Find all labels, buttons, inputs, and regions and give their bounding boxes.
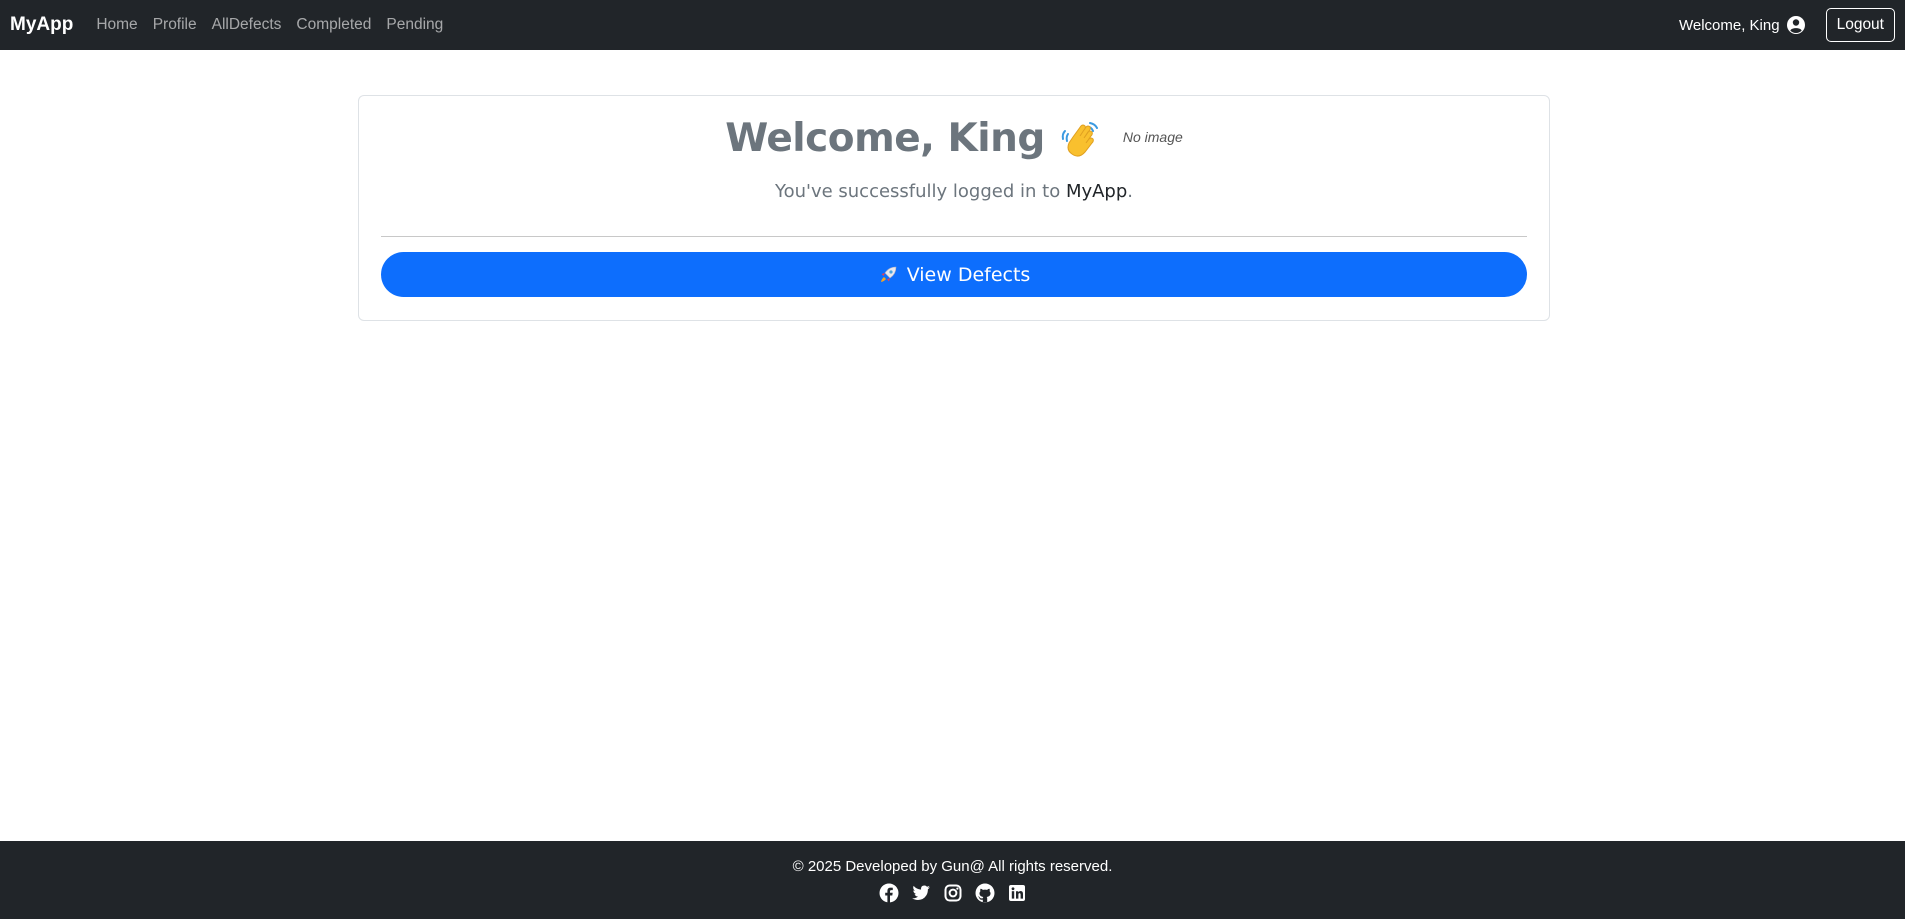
- divider: [381, 236, 1527, 237]
- user-circle-icon: [1786, 15, 1806, 35]
- nav-links: Home Profile AllDefects Completed Pendin…: [96, 16, 458, 34]
- nav-link-profile[interactable]: Profile: [153, 16, 197, 34]
- subtitle-prefix: You've successfully logged in to: [774, 181, 1066, 202]
- nav-user-area: Welcome, King Logout: [1679, 8, 1895, 42]
- footer: © 2025 Developed by Gun@ All rights rese…: [0, 841, 1905, 919]
- linkedin-icon[interactable]: [1007, 883, 1027, 903]
- rocket-icon: [878, 265, 898, 285]
- nav-link-alldefects[interactable]: AllDefects: [212, 16, 282, 34]
- instagram-icon[interactable]: [943, 883, 963, 903]
- view-defects-button[interactable]: View Defects: [381, 252, 1527, 297]
- nav-link-home[interactable]: Home: [96, 16, 137, 34]
- subtitle-suffix: .: [1127, 181, 1134, 202]
- copyright-text: © 2025 Developed by Gun@ All rights rese…: [792, 858, 1113, 875]
- nav-link-pending[interactable]: Pending: [386, 16, 443, 34]
- logout-button[interactable]: Logout: [1825, 8, 1895, 42]
- login-success-text: You've successfully logged in to MyApp.: [359, 181, 1549, 202]
- brand-logo[interactable]: MyApp: [10, 14, 73, 36]
- nav-link-completed[interactable]: Completed: [296, 16, 371, 34]
- view-defects-label: View Defects: [906, 263, 1031, 286]
- facebook-icon[interactable]: [879, 883, 899, 903]
- title-row: Welcome, King No image: [359, 116, 1549, 161]
- github-icon[interactable]: [975, 883, 995, 903]
- avatar-placeholder-text: No image: [1122, 128, 1183, 145]
- nav-welcome-text: Welcome, King: [1678, 16, 1780, 34]
- social-links: [0, 883, 1905, 903]
- app-name: MyApp: [1065, 181, 1128, 202]
- navbar: MyApp Home Profile AllDefects Completed …: [0, 0, 1905, 50]
- twitter-icon[interactable]: [911, 883, 931, 903]
- waving-hand-icon: [1059, 117, 1103, 161]
- page-title: Welcome, King: [725, 116, 1045, 161]
- welcome-card: Welcome, King No image You've successful…: [358, 95, 1550, 321]
